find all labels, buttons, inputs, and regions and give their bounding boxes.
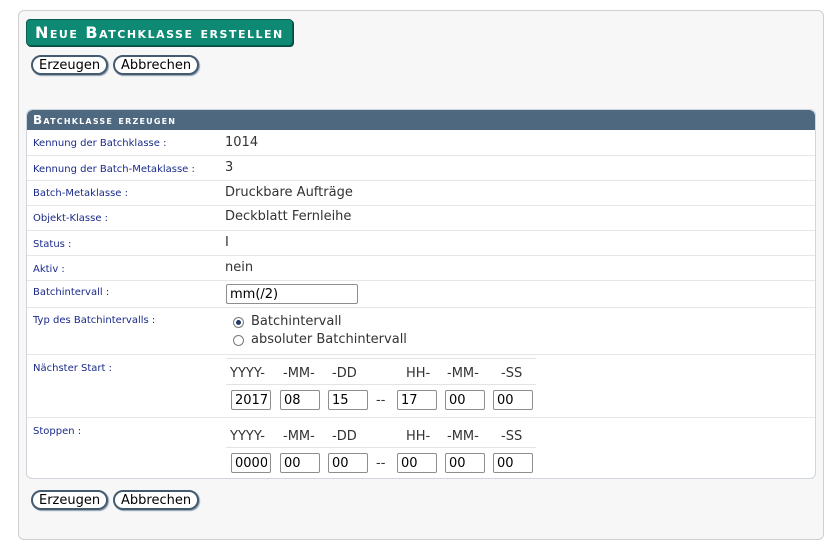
start-day-input[interactable] bbox=[328, 390, 368, 410]
label-stoppen: Stoppen : bbox=[33, 426, 82, 437]
label-naechster-start: Nächster Start : bbox=[33, 363, 112, 374]
stop-year-input[interactable] bbox=[231, 453, 271, 473]
create-button-bottom[interactable]: Erzeugen bbox=[31, 490, 109, 510]
radio-label-absoluter-batchintervall: absoluter Batchintervall bbox=[251, 332, 407, 347]
header-year: YYYY- bbox=[230, 366, 265, 381]
cancel-button-top[interactable]: Abbrechen bbox=[113, 55, 200, 75]
stop-header-second: -SS bbox=[501, 429, 523, 444]
value-kennung-batchklasse: 1014 bbox=[225, 135, 259, 150]
row-status: Status : I bbox=[27, 230, 815, 256]
value-status: I bbox=[225, 235, 229, 250]
start-hour-input[interactable] bbox=[397, 390, 437, 410]
label-kennung-metaklasse: Kennung der Batch-Metaklasse : bbox=[33, 164, 195, 175]
row-naechster-start: Nächster Start : YYYY- -MM- -DD HH- -MM-… bbox=[27, 354, 815, 418]
header-second: -SS bbox=[501, 366, 523, 381]
panel-header: Batchklasse erzeugen bbox=[27, 110, 815, 130]
header-hour: HH- bbox=[406, 366, 431, 381]
stop-header-minute: -MM- bbox=[447, 429, 479, 444]
stop-date-time-separator: -- bbox=[376, 456, 386, 471]
value-objekt-klasse: Deckblatt Fernleihe bbox=[225, 209, 352, 224]
row-batch-metaklasse: Batch-Metaklasse : Druckbare Aufträge bbox=[27, 180, 815, 206]
row-objekt-klasse: Objekt-Klasse : Deckblatt Fernleihe bbox=[27, 205, 815, 231]
label-objekt-klasse: Objekt-Klasse : bbox=[33, 213, 109, 224]
value-kennung-metaklasse: 3 bbox=[225, 160, 234, 175]
start-second-input[interactable] bbox=[493, 390, 533, 410]
cancel-button-bottom[interactable]: Abbrechen bbox=[113, 490, 200, 510]
value-batch-metaklasse: Druckbare Aufträge bbox=[225, 185, 353, 200]
batchintervall-input[interactable] bbox=[226, 284, 358, 304]
header-month: -MM- bbox=[283, 366, 315, 381]
datetime-top-line bbox=[226, 358, 536, 359]
start-month-input[interactable] bbox=[280, 390, 320, 410]
row-batchintervall: Batchintervall : bbox=[27, 280, 815, 308]
page-title: Neue Batchklasse erstellen bbox=[26, 19, 293, 46]
stop-hour-input[interactable] bbox=[397, 453, 437, 473]
label-batch-metaklasse: Batch-Metaklasse : bbox=[33, 188, 128, 199]
create-button-top[interactable]: Erzeugen bbox=[31, 55, 109, 75]
row-kennung-metaklasse: Kennung der Batch-Metaklasse : 3 bbox=[27, 155, 815, 181]
start-date-time-separator: -- bbox=[376, 393, 386, 408]
label-aktiv: Aktiv : bbox=[33, 264, 65, 275]
stop-datetime-line bbox=[226, 447, 536, 448]
stop-header-day: -DD bbox=[332, 429, 357, 444]
header-minute: -MM- bbox=[447, 366, 479, 381]
stop-header-hour: HH- bbox=[406, 429, 431, 444]
row-typ-intervall: Typ des Batchintervalls : Batchintervall… bbox=[27, 307, 815, 355]
row-kennung-batchklasse: Kennung der Batchklasse : 1014 bbox=[27, 130, 815, 156]
batchklasse-form-panel: Batchklasse erzeugen Kennung der Batchkl… bbox=[26, 109, 816, 479]
label-batchintervall: Batchintervall : bbox=[33, 287, 110, 298]
radio-batchintervall[interactable] bbox=[233, 317, 244, 328]
stop-second-input[interactable] bbox=[493, 453, 533, 473]
stop-month-input[interactable] bbox=[280, 453, 320, 473]
header-day: -DD bbox=[332, 366, 357, 381]
label-typ-intervall: Typ des Batchintervalls : bbox=[33, 315, 156, 326]
radio-label-batchintervall: Batchintervall bbox=[251, 314, 342, 329]
row-aktiv: Aktiv : nein bbox=[27, 255, 815, 281]
value-aktiv: nein bbox=[225, 260, 254, 275]
stop-header-year: YYYY- bbox=[230, 429, 265, 444]
stop-day-input[interactable] bbox=[328, 453, 368, 473]
start-year-input[interactable] bbox=[231, 390, 271, 410]
row-stoppen: Stoppen : YYYY- -MM- -DD HH- -MM- -SS -- bbox=[27, 417, 815, 478]
start-minute-input[interactable] bbox=[445, 390, 485, 410]
radio-absoluter-batchintervall[interactable] bbox=[233, 335, 244, 346]
datetime-mid-line bbox=[226, 384, 536, 385]
label-kennung-batchklasse: Kennung der Batchklasse : bbox=[33, 138, 167, 149]
label-status: Status : bbox=[33, 239, 72, 250]
stop-minute-input[interactable] bbox=[445, 453, 485, 473]
stop-header-month: -MM- bbox=[283, 429, 315, 444]
